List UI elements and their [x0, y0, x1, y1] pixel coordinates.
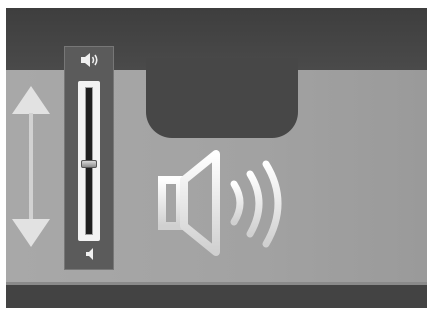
bottom-bar [6, 285, 427, 308]
top-notch [146, 58, 298, 138]
speaker-loud-icon [81, 53, 98, 67]
volume-slider-thumb[interactable] [81, 159, 97, 168]
speaker-sound-waves-icon [158, 150, 282, 256]
volume-widget-frame [6, 8, 427, 308]
volume-slider[interactable] [78, 81, 100, 241]
vertical-double-arrow-icon[interactable] [10, 84, 52, 249]
volume-slider-panel [64, 46, 114, 270]
speaker-quiet-icon [86, 248, 93, 260]
